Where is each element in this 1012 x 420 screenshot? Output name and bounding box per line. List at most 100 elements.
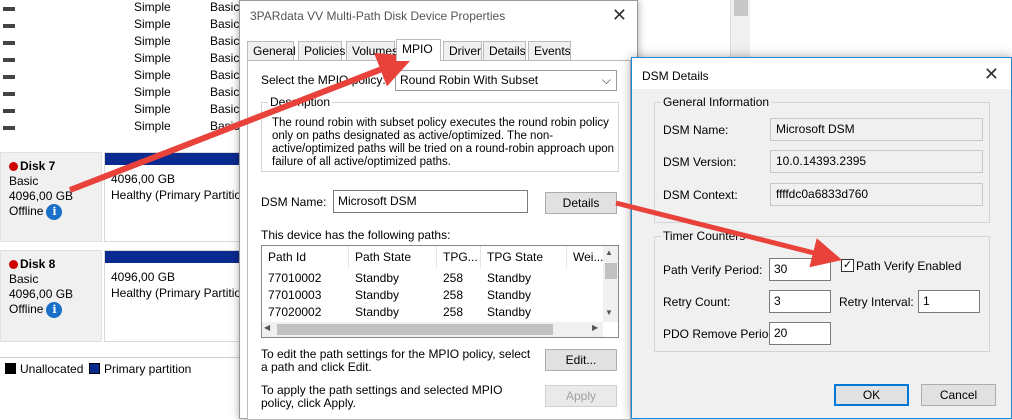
dialog-title: DSM Details [642,69,709,83]
primary-partition-bar [105,153,253,165]
path-verify-period-input[interactable]: 30 [769,258,831,281]
path-cell: 77010003 [268,288,322,302]
path-cell: 258 [443,305,464,319]
edit-button[interactable]: Edit... [545,349,617,371]
offline-disk-icon [9,162,18,172]
volume-type: Basic [210,17,240,31]
volume-type: Basic [210,34,240,48]
info-icon[interactable]: i [46,302,63,318]
column-header[interactable]: Path Id [262,246,349,268]
volume-row[interactable]: Simple Basic [0,68,250,85]
volume-drive-icon [3,109,15,113]
cancel-button[interactable]: Cancel [921,384,996,406]
ok-button[interactable]: OK [834,384,909,406]
info-icon[interactable]: i [46,204,63,220]
retry-interval-input[interactable]: 1 [918,290,980,313]
path-row[interactable]: 77020002 Standby 258 Standby [262,304,618,321]
dsm-name-field[interactable]: Microsoft DSM [770,118,983,141]
scroll-left-icon[interactable]: ◀ [264,323,270,332]
path-row[interactable]: 77010002 Standby 258 Standby [262,270,618,287]
retry-count-input[interactable]: 3 [769,290,831,313]
volume-layout: Simple [134,68,171,82]
disk-8-label[interactable]: Disk 8 Basic 4096,00 GB Offline i [0,250,102,342]
volume-row[interactable]: Simple Basic [0,34,250,51]
column-header[interactable]: Wei... [567,246,607,268]
path-verify-enabled-checkbox[interactable]: ✓ [841,259,854,272]
disk-8-partition[interactable]: 4096,00 GB Healthy (Primary Partition) [104,250,254,342]
disk-7-label[interactable]: Disk 7 Basic 4096,00 GB Offline i [0,152,102,242]
dsm-details-dialog: DSM Details ✕ General Information DSM Na… [631,57,1012,419]
dsm-version-field[interactable]: 10.0.14393.2395 [770,150,983,173]
volume-type: Basic [210,119,240,133]
partition-size: 4096,00 GB [111,270,176,284]
close-icon[interactable]: ✕ [984,64,999,85]
volume-row[interactable]: Simple Basic [0,17,250,34]
paths-horizontal-scrollbar[interactable]: ◀ ▶ [262,322,603,337]
primary-swatch [89,363,100,374]
dsm-context-field[interactable]: ffffdc0a6833d760 [770,183,983,206]
volume-layout: Simple [134,17,171,31]
partition-status: Healthy (Primary Partition) [111,188,247,202]
general-information-group: General Information DSM Name: Microsoft … [654,95,990,223]
tab-mpio[interactable]: MPIO [396,39,441,61]
disk-7-partition[interactable]: 4096,00 GB Healthy (Primary Partition) [104,152,254,242]
apply-button[interactable]: Apply [545,385,617,407]
paths-list[interactable]: Path Id Path State TPG... TPG State Wei.… [261,245,619,338]
disk-size: 4096,00 GB [9,189,74,203]
volume-row[interactable]: Simple Basic [0,51,250,68]
tab-events[interactable]: Events [528,41,571,60]
paths-label: This device has the following paths: [261,228,451,242]
scroll-right-icon[interactable]: ▶ [592,323,598,332]
tab-general[interactable]: General [247,41,296,60]
paths-vertical-scrollbar[interactable]: ▲ ▼ [603,246,618,322]
path-row[interactable]: 77010003 Standby 258 Standby [262,287,618,304]
scrollbar-thumb[interactable] [277,324,553,335]
volume-row[interactable]: Simple Basic [0,0,250,17]
tab-driver[interactable]: Driver [443,41,482,60]
mpio-properties-dialog: 3PARdata VV Multi-Path Disk Device Prope… [239,0,638,420]
scroll-down-icon[interactable]: ▼ [605,308,613,317]
volume-drive-icon [3,75,15,79]
path-cell: Standby [355,305,400,319]
volume-type: Basic [210,85,240,99]
description-group: Description The round robin with subset … [261,95,619,172]
description-text: The round robin with subset policy execu… [272,117,615,168]
path-cell: 77020002 [268,305,322,319]
volume-row[interactable]: Simple Basic [0,119,250,136]
volume-row[interactable]: Simple Basic [0,102,250,119]
legend-unallocated: Unallocated [20,362,84,376]
column-header[interactable]: Path State [349,246,437,268]
close-icon[interactable]: ✕ [612,5,627,26]
edit-instructions: To edit the path settings for the MPIO p… [261,347,531,374]
column-header[interactable]: TPG... [437,246,481,268]
disk-name: Disk 7 [20,159,56,173]
checkmark-icon: ✓ [842,259,853,271]
partition-status: Healthy (Primary Partition) [111,286,247,300]
pdo-remove-period-input[interactable]: 20 [769,322,831,345]
disk-status: Offline [9,302,44,317]
disk-status: Offline [9,204,44,219]
retry-count-label: Retry Count: [663,295,731,309]
tab-policies[interactable]: Policies [298,41,345,60]
tab-volumes[interactable]: Volumes [346,41,398,60]
path-cell: Standby [487,288,532,302]
scrollbar-thumb[interactable] [734,0,748,16]
scrollbar-thumb[interactable] [605,263,617,279]
scroll-up-icon[interactable]: ▲ [605,248,613,257]
volume-row[interactable]: Simple Basic [0,85,250,102]
primary-partition-bar [105,251,253,263]
details-button[interactable]: Details [545,192,617,214]
legend-primary: Primary partition [104,362,192,376]
volume-drive-icon [3,58,15,62]
volume-layout: Simple [134,102,171,116]
volume-type: Basic [210,102,240,116]
description-label: Description [268,95,333,109]
policy-select[interactable]: Round Robin With Subset ⌵ [395,70,617,91]
dsm-dialog-body: General Information DSM Name: Microsoft … [632,89,1011,418]
path-cell: 77010002 [268,271,322,285]
column-header[interactable]: TPG State [481,246,567,268]
path-cell: Standby [355,288,400,302]
dsm-name-field[interactable]: Microsoft DSM [333,190,528,213]
path-verify-enabled-label[interactable]: Path Verify Enabled [856,259,961,273]
tab-details[interactable]: Details [483,41,526,60]
